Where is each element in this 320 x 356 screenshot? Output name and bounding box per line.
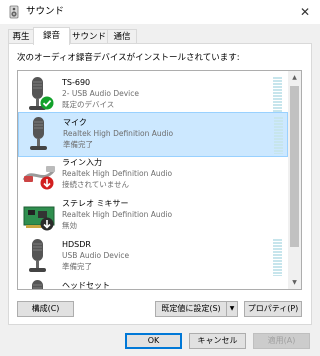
list-item[interactable]: ライン入力 Realtek High Definition Audio 接続され…	[18, 153, 288, 198]
device-driver: Realtek High Definition Audio	[62, 210, 173, 219]
device-name: HDSDR	[62, 240, 91, 249]
ok-button[interactable]: OK	[125, 333, 182, 349]
device-driver: 2- USB Audio Device	[62, 89, 139, 98]
instruction-text: 次のオーディオ録音デバイスがインストールされています:	[17, 53, 240, 63]
microphone-icon	[23, 116, 59, 154]
tab-playback[interactable]: 再生	[8, 29, 34, 43]
device-status: 準備完了	[62, 262, 92, 271]
properties-button[interactable]: プロパティ(P)	[244, 301, 302, 317]
scroll-up-arrow-icon[interactable]: ▲	[288, 71, 301, 84]
scrollbar-thumb[interactable]	[290, 86, 299, 247]
configure-button[interactable]: 構成(C)	[17, 301, 74, 317]
red-down-arrow-badge-icon	[40, 176, 54, 190]
close-icon[interactable]: ✕	[294, 1, 316, 23]
tab-sounds[interactable]: サウンド	[70, 29, 108, 43]
speaker-icon	[7, 5, 21, 19]
list-item[interactable]: ステレオ ミキサー Realtek High Definition Audio …	[18, 194, 288, 239]
device-status: 無効	[62, 221, 77, 230]
device-driver: Realtek High Definition Audio	[63, 129, 174, 138]
level-meter	[274, 117, 283, 154]
tab-recording[interactable]: 録音	[33, 27, 70, 45]
device-list[interactable]: TS-690 2- USB Audio Device 既定のデバイス マイク R…	[17, 70, 302, 290]
list-item[interactable]: ヘッドセット	[18, 276, 288, 290]
scroll-down-arrow-icon[interactable]: ▼	[288, 276, 301, 289]
device-name: ヘッドセット	[62, 281, 110, 290]
green-check-badge-icon	[40, 96, 54, 110]
apply-button[interactable]: 適用(A)	[253, 333, 310, 349]
device-name: ライン入力	[62, 158, 102, 167]
microphone-icon	[22, 279, 58, 289]
level-meter	[273, 239, 282, 276]
device-status: 準備完了	[63, 140, 93, 149]
device-name: TS-690	[62, 78, 91, 87]
device-name: ステレオ ミキサー	[62, 199, 129, 208]
microphone-icon	[22, 238, 58, 276]
set-default-dropdown-arrow-icon[interactable]: ▼	[226, 301, 238, 317]
list-item[interactable]: HDSDR USB Audio Device 準備完了	[18, 235, 288, 280]
window-title: サウンド	[26, 6, 65, 17]
device-driver: Realtek High Definition Audio	[62, 169, 173, 178]
cancel-button[interactable]: キャンセル	[189, 333, 246, 349]
device-status: 接続されていません	[62, 180, 130, 189]
tab-communications[interactable]: 通信	[107, 29, 137, 43]
black-down-arrow-badge-icon	[40, 217, 54, 231]
scrollbar[interactable]: ▲ ▼	[288, 71, 301, 289]
level-meter	[273, 77, 282, 114]
set-default-button[interactable]: 既定値に設定(S)	[155, 301, 227, 317]
device-driver: USB Audio Device	[62, 251, 130, 260]
device-name: マイク	[63, 118, 87, 127]
list-item[interactable]: マイク Realtek High Definition Audio 準備完了	[18, 112, 288, 157]
title-bar: サウンド ✕	[0, 0, 320, 24]
device-status: 既定のデバイス	[62, 100, 115, 109]
